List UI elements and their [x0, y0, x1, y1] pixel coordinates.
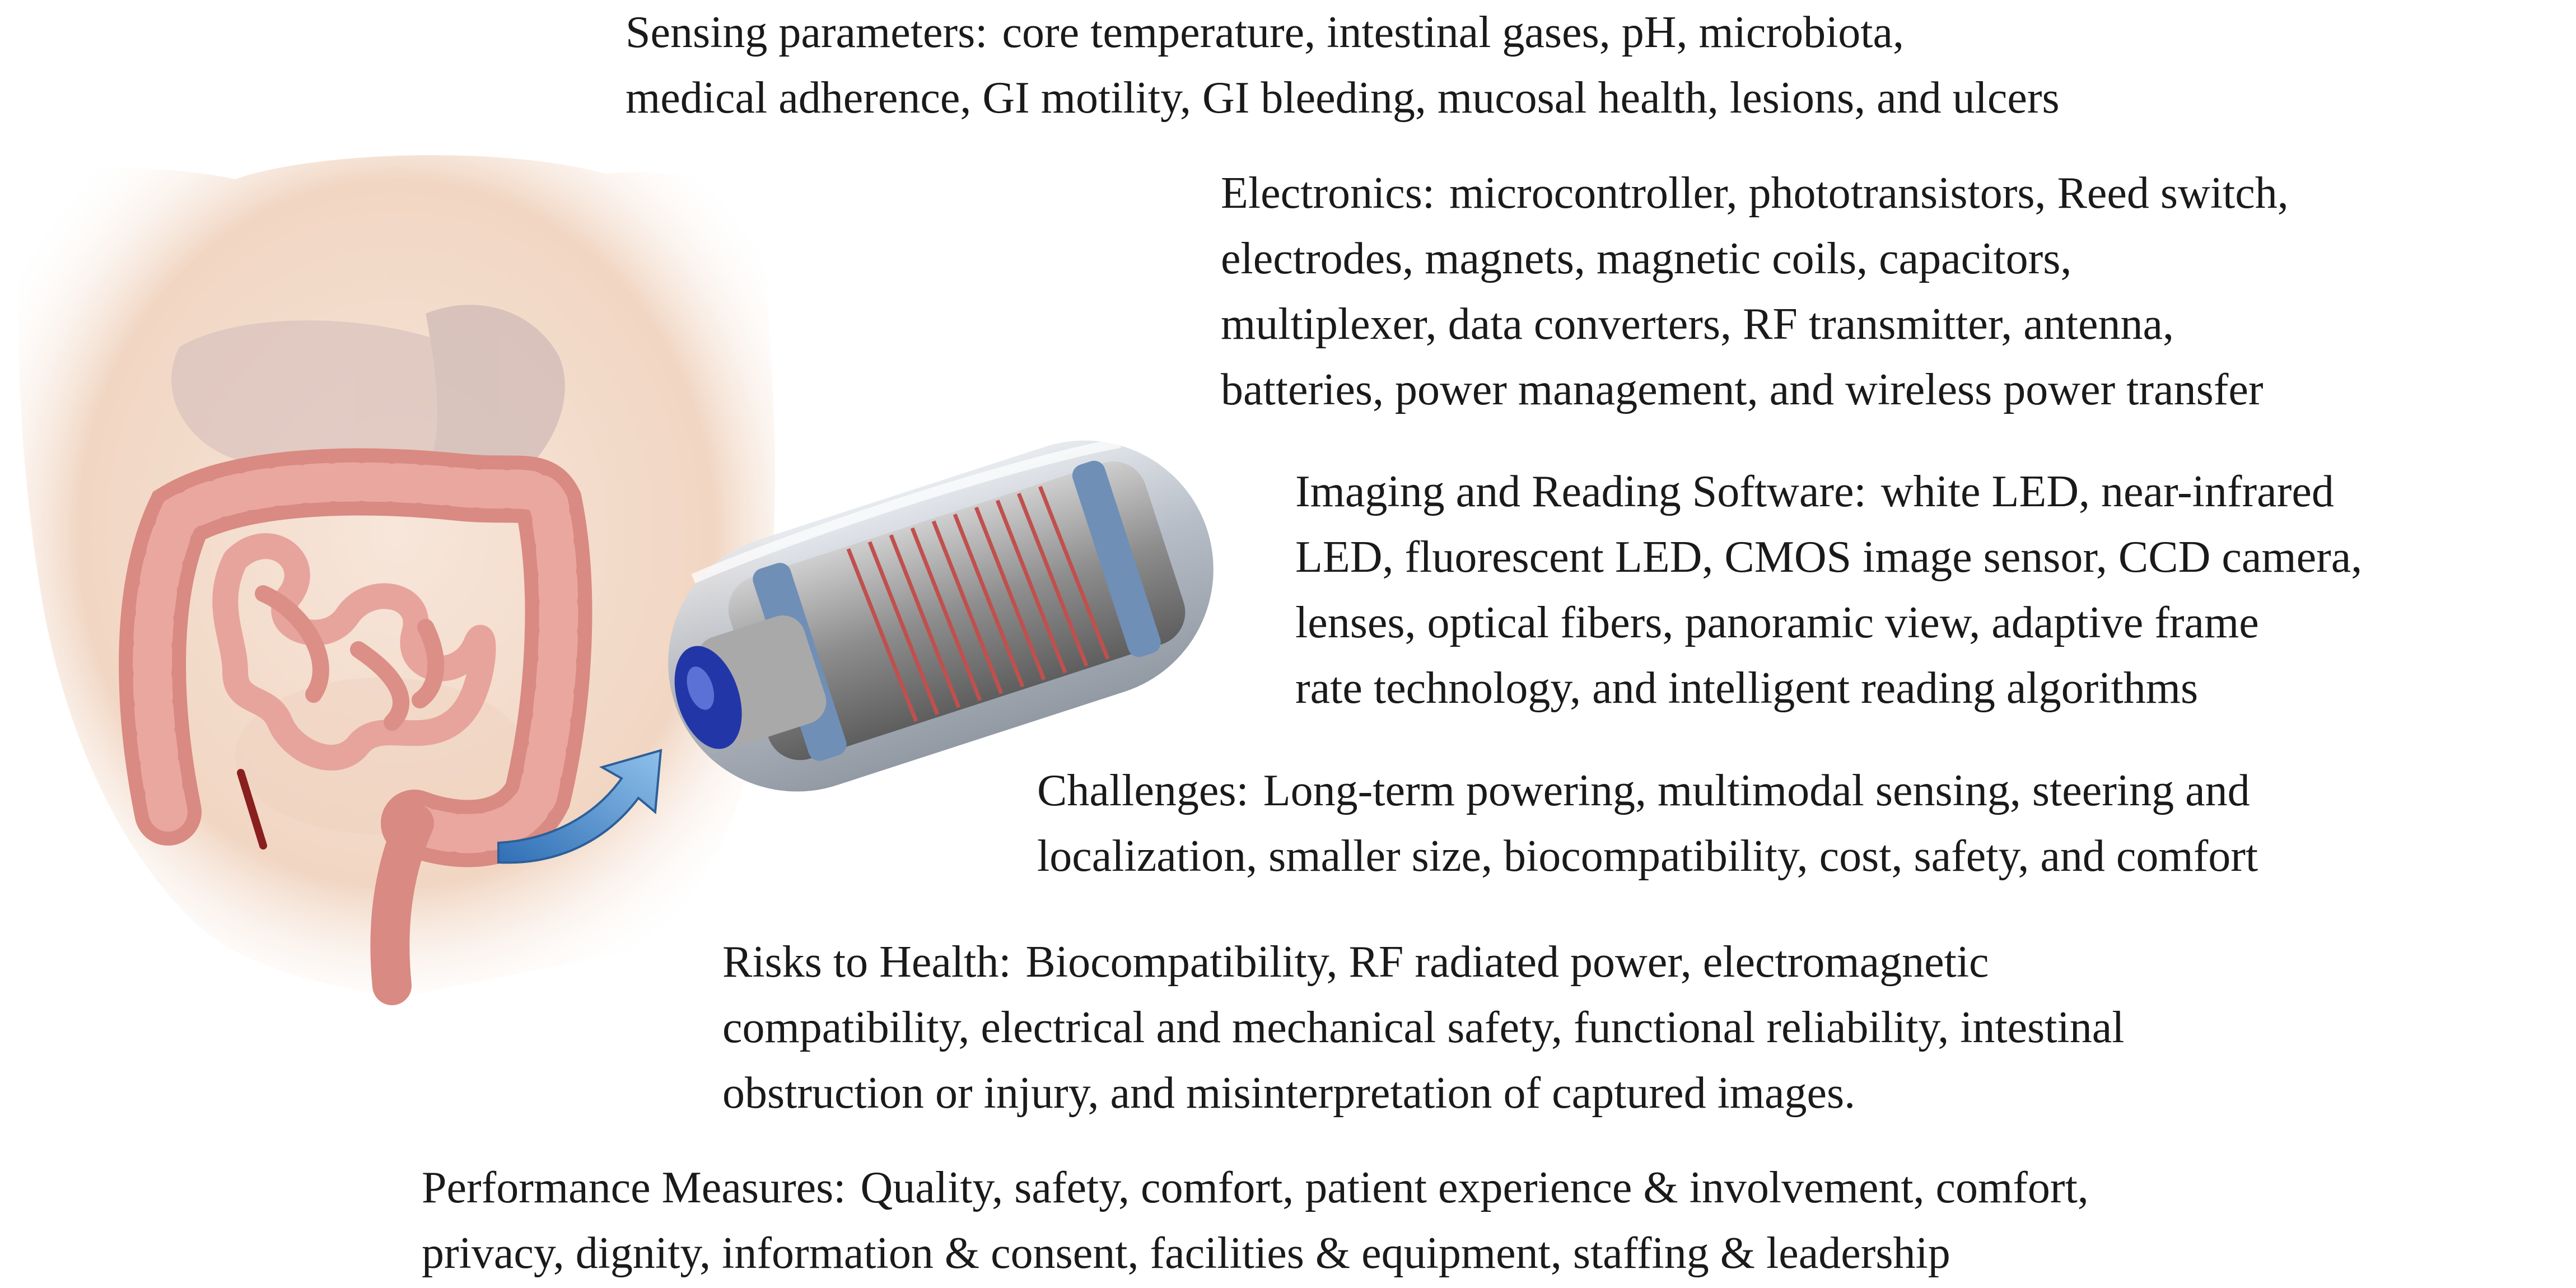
imaging-software-block: Imaging and Reading Software: white LED, … [1295, 459, 2362, 721]
challenges-label: Challenges: [1037, 766, 1249, 815]
risks-to-health-line-1: Biocompatibility, RF radiated power, ele… [1025, 937, 1989, 987]
sensing-parameters-label: Sensing parameters: [626, 8, 988, 57]
challenges-line-1: Long-term powering, multimodal sensing, … [1263, 766, 2250, 815]
imaging-software-line-1: white LED, near-infrared [1880, 467, 2334, 516]
challenges-line-2: localization, smaller size, biocompatibi… [1037, 832, 2258, 881]
performance-measures-line-2: privacy, dignity, information & consent,… [422, 1229, 1950, 1278]
electronics-line-4: batteries, power management, and wireles… [1221, 365, 2264, 414]
imaging-software-line-2: LED, fluorescent LED, CMOS image sensor,… [1295, 533, 2363, 582]
risks-to-health-line-3: obstruction or injury, and misinterpreta… [722, 1068, 1856, 1118]
sensing-parameters-line-2: medical adherence, GI motility, GI bleed… [626, 73, 2060, 123]
electronics-label: Electronics: [1221, 169, 1435, 218]
imaging-software-line-3: lenses, optical fibers, panoramic view, … [1295, 598, 2259, 647]
sensing-parameters-block: Sensing parameters: core temperature, int… [626, 0, 2060, 131]
sensing-parameters-line-1: core temperature, intestinal gases, pH, … [1002, 8, 1905, 57]
electronics-line-3: multiplexer, data converters, RF transmi… [1221, 300, 2174, 349]
performance-measures-label: Performance Measures: [422, 1163, 846, 1212]
imaging-software-label: Imaging and Reading Software: [1295, 467, 1866, 516]
risks-to-health-line-2: compatibility, electrical and mechanical… [722, 1003, 2125, 1052]
risks-to-health-label: Risks to Health: [722, 937, 1011, 987]
risks-to-health-block: Risks to Health: Biocompatibility, RF rad… [722, 930, 2124, 1126]
electronics-line-1: microcontroller, phototransistors, Reed … [1449, 169, 2289, 218]
performance-measures-block: Performance Measures: Quality, safety, co… [422, 1155, 2089, 1286]
challenges-block: Challenges: Long-term powering, multimoda… [1037, 758, 2258, 889]
electronics-block: Electronics: microcontroller, phototransi… [1221, 161, 2289, 423]
imaging-software-line-4: rate technology, and intelligent reading… [1295, 664, 2199, 713]
performance-measures-line-1: Quality, safety, comfort, patient experi… [860, 1163, 2089, 1212]
electronics-line-2: electrodes, magnets, magnetic coils, cap… [1221, 234, 2072, 283]
